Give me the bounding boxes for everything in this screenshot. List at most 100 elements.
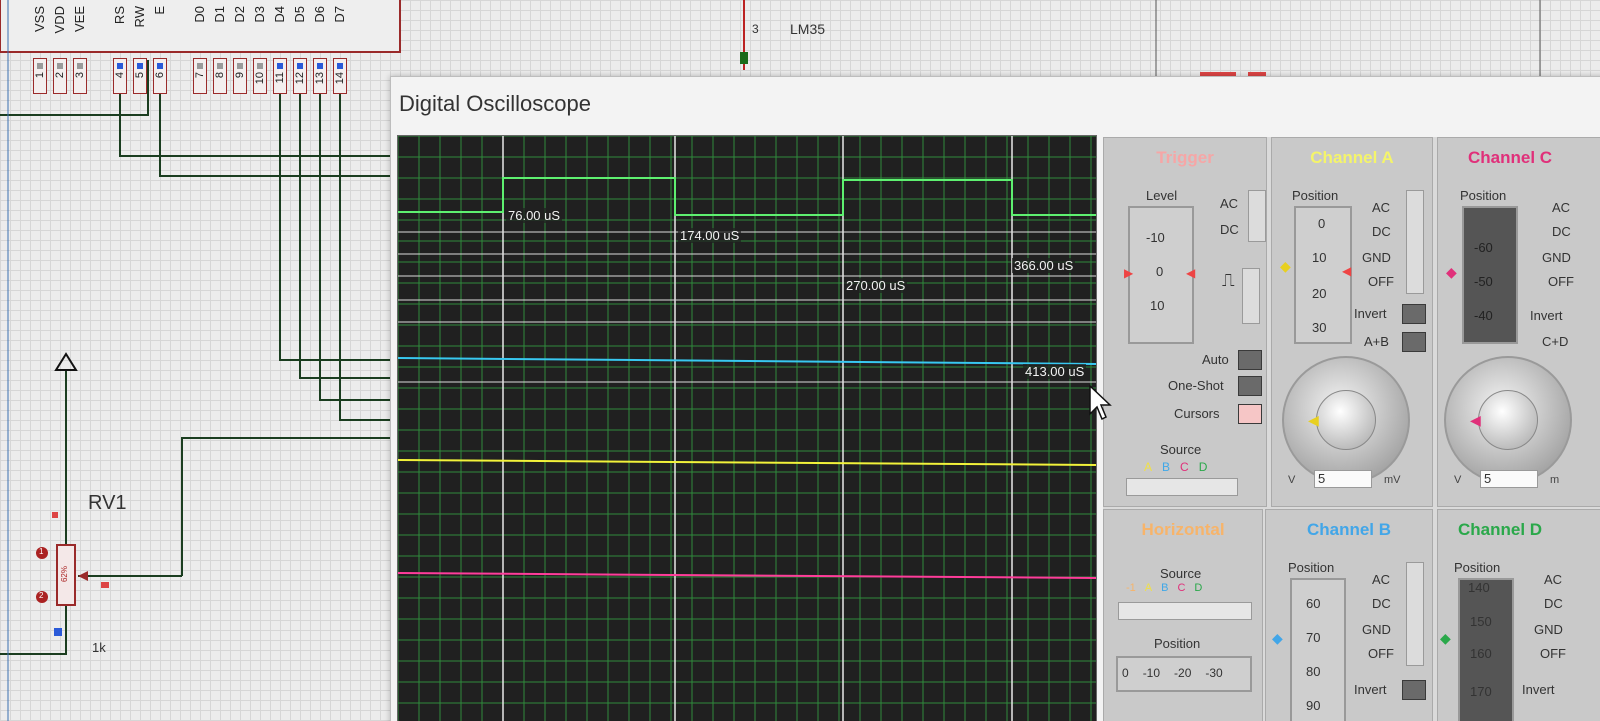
hscale-0: 0 (1122, 666, 1129, 680)
window-title: Digital Oscilloscope (399, 91, 591, 116)
hscale-1: -10 (1142, 666, 1161, 680)
potentiometer-percent: 62% (60, 566, 69, 583)
potentiometer-label[interactable]: RV1 (88, 492, 127, 515)
channel-d-ac: AC (1544, 572, 1563, 587)
lcd-pin-name: D0 (192, 6, 207, 23)
channel-a-position-marker: ◆ (1280, 258, 1291, 274)
channel-a-invert-button[interactable] (1402, 304, 1426, 324)
lcd-pin-number: 12 (294, 72, 306, 85)
channel-b-coupling-switch[interactable] (1406, 562, 1424, 666)
hsource-a[interactable]: A (1145, 582, 1152, 594)
lcd-pin-name: RS (112, 6, 127, 25)
lcd-pin-number: 2 (54, 72, 66, 79)
lcd-pin-marker (57, 63, 63, 69)
lcd-pin-number: 8 (214, 72, 226, 79)
channel-c-title: Channel C (1468, 148, 1553, 167)
trigger-level-label: Level (1146, 188, 1178, 203)
channel-a-combine-button[interactable] (1402, 332, 1426, 352)
hsource-b[interactable]: B (1161, 582, 1168, 594)
cursors-button[interactable] (1238, 404, 1262, 424)
hsource-ext[interactable]: -1 (1126, 582, 1136, 594)
lcd-pin-name: VSS (32, 6, 47, 33)
trigger-edge-switch[interactable] (1242, 268, 1260, 324)
trigger-marker-left: ▶ (1124, 266, 1134, 280)
channel-a-value-field[interactable]: 5 (1314, 470, 1372, 488)
channel-a-dc: DC (1372, 224, 1391, 239)
channel-b-gnd: GND (1362, 622, 1391, 637)
one-shot-button[interactable] (1238, 376, 1262, 396)
oscilloscope-window[interactable]: Digital Oscilloscope 76.00 uS 174.00 uS … (390, 76, 1600, 721)
horizontal-section: Horizontal Source -1 A B C D Position 0 … (1103, 509, 1263, 721)
channel-c-dc: DC (1552, 224, 1571, 239)
channel-b-scale: 60 (1306, 596, 1321, 611)
lcd-pin-marker (297, 63, 303, 69)
lcd-pin-marker (317, 63, 323, 69)
channel-a-coupling-switch[interactable] (1406, 190, 1424, 294)
lcd-pin-number: 14 (334, 72, 346, 85)
horizontal-source-slider[interactable] (1118, 602, 1252, 620)
channel-d-position-marker: ◆ (1440, 630, 1451, 646)
hscale-2: -20 (1174, 666, 1192, 680)
channel-a-scale: 10 (1312, 250, 1327, 265)
lcd-pin-marker (77, 63, 83, 69)
lcd-pin-number: 4 (114, 72, 126, 79)
channel-a-off: OFF (1368, 274, 1394, 289)
horizontal-scale: 0 -10 -20 -30 (1122, 666, 1223, 680)
channel-c-unit-left: V (1454, 474, 1462, 486)
channel-a-knob[interactable] (1316, 390, 1376, 450)
channel-c-scale: -40 (1474, 308, 1493, 323)
channel-d-scale: 160 (1470, 646, 1492, 661)
channel-d-off: OFF (1540, 646, 1566, 661)
lcd-pin-marker (157, 63, 163, 69)
schematic-canvas[interactable]: VSS 1 VDD 2 VEE 3 RS 4 RW 5 E 6 D0 7 D1 8 D2 9 D3 10 D4 11 D5 1… (0, 0, 1600, 721)
source-a[interactable]: A (1144, 460, 1152, 474)
auto-label: Auto (1202, 352, 1229, 367)
trigger-coupling-switch[interactable] (1248, 190, 1266, 242)
channel-a-unit-right: mV (1384, 474, 1401, 486)
lcd-pin-name: D3 (252, 6, 267, 23)
channel-c-knob[interactable] (1478, 390, 1538, 450)
lcd-pin-name: D2 (232, 6, 247, 23)
lcd-pin-number: 10 (254, 72, 266, 85)
lcd-pin-name: D4 (272, 6, 287, 23)
channel-c-value-field[interactable]: 5 (1480, 470, 1538, 488)
scope-screen[interactable]: 76.00 uS 174.00 uS 270.00 uS 366.00 uS 4… (397, 135, 1097, 721)
channel-a-scale: 30 (1312, 320, 1327, 335)
lcd-pin-name: VEE (72, 6, 87, 33)
channel-c-position-label: Position (1460, 188, 1507, 203)
source-d[interactable]: D (1199, 460, 1208, 474)
trigger-dc-label: DC (1220, 222, 1239, 237)
lcd-pin-number: 5 (134, 72, 146, 79)
channel-c-off: OFF (1548, 274, 1574, 289)
channel-a-gnd: GND (1362, 250, 1391, 265)
trigger-source-slider[interactable] (1126, 478, 1238, 496)
channel-d-gnd: GND (1534, 622, 1563, 637)
channel-c-unit-right: m (1550, 474, 1560, 486)
horizontal-title: Horizontal (1141, 520, 1225, 539)
lcd-pin-number: 7 (194, 72, 206, 79)
channel-b-invert-label: Invert (1354, 682, 1387, 697)
mouse-cursor-icon (1089, 384, 1112, 421)
hsource-c[interactable]: C (1177, 582, 1185, 594)
trigger-ac-label: AC (1220, 196, 1239, 211)
channel-d-title: Channel D (1458, 520, 1543, 539)
channel-b-off: OFF (1368, 646, 1394, 661)
lcd-pin-marker (37, 63, 43, 69)
channel-c-knob-pointer: ◀ (1470, 412, 1481, 428)
channel-d-dc: DC (1544, 596, 1563, 611)
source-b[interactable]: B (1162, 460, 1170, 474)
channel-c-scale: -60 (1474, 240, 1493, 255)
channel-b-invert-button[interactable] (1402, 680, 1426, 700)
hsource-d[interactable]: D (1194, 582, 1202, 594)
lcd-pin-marker (257, 63, 263, 69)
pot-pin-1: 1 (39, 547, 44, 556)
trigger-section: Trigger Level -10 0 10 ▶ ◀ AC DC ⎍ Auto … (1103, 137, 1267, 507)
cursors-label: Cursors (1174, 406, 1220, 421)
source-c[interactable]: C (1180, 460, 1189, 474)
channel-a-marker-right: ◀ (1342, 264, 1352, 278)
lcd-pin-name: D6 (312, 6, 327, 23)
channel-d-scale: 170 (1470, 684, 1492, 699)
trigger-source-list: A B C D (1144, 460, 1207, 474)
channel-b-title: Channel B (1306, 520, 1392, 539)
auto-button[interactable] (1238, 350, 1262, 370)
